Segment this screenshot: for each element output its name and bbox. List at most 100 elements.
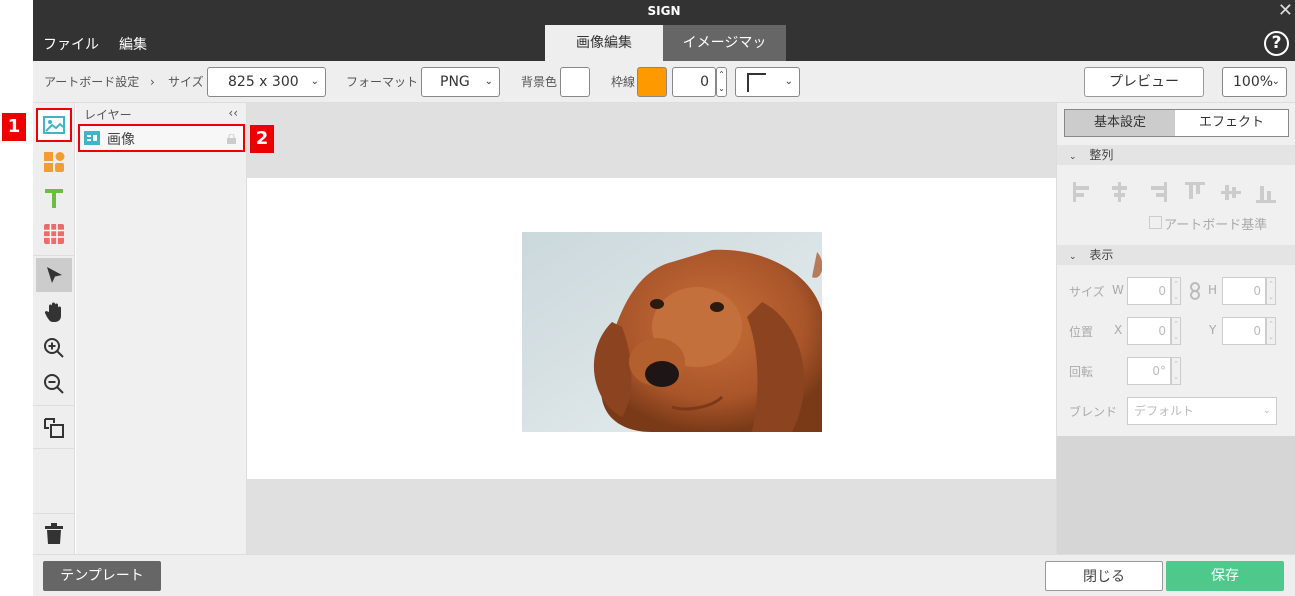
- divider: [33, 448, 74, 449]
- canvas-area[interactable]: [247, 103, 1056, 554]
- close-window-icon[interactable]: ✕: [1278, 2, 1293, 20]
- border-width-input[interactable]: 0: [672, 67, 716, 97]
- format-select[interactable]: PNG ⌄: [421, 67, 500, 97]
- height-label: H: [1208, 283, 1218, 297]
- properties-content: 基本設定 エフェクト ⌄ 整列 アートボード基準 ⌄ 表示 サイズ W 0 ⌃ ⌄: [1057, 103, 1295, 436]
- delete-button[interactable]: [36, 517, 72, 551]
- size-label: サイズ: [1069, 285, 1105, 299]
- lock-icon[interactable]: [227, 134, 236, 144]
- trash-icon: [45, 523, 63, 544]
- link-chain-icon[interactable]: [1190, 282, 1200, 300]
- shapes-icon: [44, 152, 65, 172]
- zoom-out-icon: [44, 374, 64, 394]
- menu-bar: ファイル 編集: [43, 34, 147, 54]
- divider: [33, 405, 74, 406]
- layers-panel: レイヤー ‹‹ 画像: [76, 103, 247, 554]
- menu-edit[interactable]: 編集: [119, 34, 147, 54]
- zoom-select[interactable]: 100% ⌄: [1222, 67, 1287, 97]
- corner-style-select[interactable]: ⌄: [735, 67, 800, 97]
- help-icon[interactable]: ?: [1264, 31, 1289, 56]
- zoom-in-icon: [44, 338, 64, 358]
- image-icon: [43, 116, 65, 134]
- width-stepper[interactable]: ⌃ ⌄: [1171, 277, 1181, 305]
- border-color-swatch[interactable]: [637, 67, 667, 97]
- zoom-out-button[interactable]: [36, 367, 72, 401]
- dog-photo[interactable]: [522, 232, 822, 432]
- zoom-value: 100%: [1233, 74, 1274, 90]
- table-tool-button[interactable]: [36, 217, 72, 251]
- zoom-in-button[interactable]: [36, 331, 72, 365]
- cursor-arrow-icon: [47, 267, 62, 283]
- width-input[interactable]: 0: [1127, 277, 1171, 305]
- display-section-header[interactable]: ⌄ 表示: [1057, 245, 1295, 265]
- corner-style-icon: [747, 73, 766, 92]
- bottom-bar: テンプレート 閉じる 保存: [33, 554, 1295, 596]
- select-tool-button[interactable]: [36, 258, 72, 292]
- x-label: X: [1114, 323, 1123, 337]
- shape-tool-button[interactable]: [36, 145, 72, 179]
- border-width-stepper[interactable]: ⌃ ⌄: [716, 67, 727, 97]
- position-label: 位置: [1069, 325, 1094, 339]
- y-stepper[interactable]: ⌃ ⌄: [1266, 317, 1276, 345]
- annotation-badge-2: 2: [250, 125, 274, 153]
- menu-file[interactable]: ファイル: [43, 34, 99, 54]
- hand-tool-button[interactable]: [36, 295, 72, 329]
- properties-panel: 基本設定 エフェクト ⌄ 整列 アートボード基準 ⌄ 表示 サイズ W 0 ⌃ ⌄: [1056, 103, 1295, 554]
- template-button[interactable]: テンプレート: [43, 561, 161, 591]
- mode-tabs: 画像編集 イメージマップ: [545, 25, 786, 87]
- tool-sidebar: [33, 103, 75, 554]
- display-section-title: 表示: [1089, 248, 1114, 262]
- divider: [33, 513, 74, 514]
- background-color-label: 背景色: [521, 75, 558, 89]
- text-tool-button[interactable]: [36, 181, 72, 215]
- y-input[interactable]: 0: [1222, 317, 1266, 345]
- chevron-down-icon: ⌄: [784, 76, 793, 87]
- border-width-value: 0: [700, 74, 709, 90]
- close-button[interactable]: 閉じる: [1045, 561, 1163, 591]
- align-buttons[interactable]: [1071, 179, 1291, 209]
- breadcrumb-arrow: ›: [150, 75, 155, 89]
- title-bar: SIGN ✕ ファイル 編集 画像編集 イメージマップ ?: [33, 0, 1295, 87]
- align-section-title: 整列: [1089, 148, 1114, 162]
- tab-image-edit[interactable]: 画像編集: [545, 25, 663, 61]
- text-icon: [45, 189, 63, 208]
- tab-basic-settings[interactable]: 基本設定: [1064, 109, 1176, 137]
- layer-item[interactable]: 画像: [78, 124, 245, 152]
- tab-effects[interactable]: エフェクト: [1175, 109, 1289, 137]
- preview-button[interactable]: プレビュー: [1084, 67, 1204, 97]
- border-label: 枠線: [611, 75, 636, 89]
- rotation-stepper[interactable]: ⌃ ⌄: [1171, 357, 1181, 385]
- layer-order-icon: [44, 418, 64, 438]
- artboard-basis-checkbox[interactable]: [1149, 216, 1162, 229]
- layer-name: 画像: [107, 132, 135, 148]
- artboard-toolbar: アートボード設定 › サイズ 825 x 300 ⌄ フォーマット PNG ⌄ …: [33, 61, 1295, 103]
- chevron-down-icon: ⌄: [1271, 76, 1280, 87]
- left-margin: [0, 0, 33, 596]
- x-input[interactable]: 0: [1127, 317, 1171, 345]
- artboard[interactable]: [247, 178, 1056, 479]
- layers-header: レイヤー: [84, 108, 132, 122]
- format-label: フォーマット: [346, 75, 419, 89]
- background-color-swatch[interactable]: [560, 67, 590, 97]
- divider: [33, 255, 74, 256]
- height-input[interactable]: 0: [1222, 277, 1266, 305]
- y-label: Y: [1209, 323, 1217, 337]
- blend-select[interactable]: デフォルト ⌄: [1127, 397, 1277, 425]
- x-stepper[interactable]: ⌃ ⌄: [1171, 317, 1181, 345]
- tab-image-map[interactable]: イメージマップ: [663, 25, 786, 87]
- chevron-down-icon: ⌄: [310, 76, 319, 87]
- size-select[interactable]: 825 x 300 ⌄: [207, 67, 326, 97]
- align-section-header[interactable]: ⌄ 整列: [1057, 145, 1295, 165]
- chevron-down-icon: ⌄: [1262, 405, 1271, 416]
- image-tool-button[interactable]: [36, 108, 72, 142]
- save-button[interactable]: 保存: [1166, 561, 1284, 591]
- annotation-badge-1: 1: [2, 113, 26, 141]
- image-layer-icon: [84, 131, 100, 145]
- width-label: W: [1112, 283, 1124, 297]
- size-label: サイズ: [168, 75, 204, 89]
- rotation-input[interactable]: 0°: [1127, 357, 1171, 385]
- blend-label: ブレンド: [1069, 405, 1118, 419]
- collapse-panel-icon[interactable]: ‹‹: [228, 106, 238, 120]
- height-stepper[interactable]: ⌃ ⌄: [1266, 277, 1276, 305]
- arrange-tool-button[interactable]: [36, 411, 72, 445]
